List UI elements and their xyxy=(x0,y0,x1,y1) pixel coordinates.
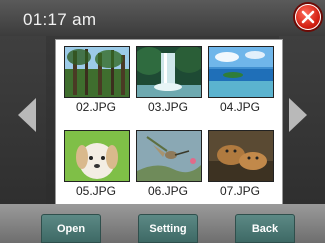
back-button[interactable]: Back xyxy=(235,214,295,243)
bottom-toolbar: Open Setting Back xyxy=(0,204,325,243)
thumbnail-06[interactable] xyxy=(136,130,202,182)
thumbnail-grid: 02.JPG 03.JPG 04.JPG 05.JPG 06.JPG 07.JP… xyxy=(55,39,283,206)
thumbnail-label: 06.JPG xyxy=(147,184,189,198)
thumbnail-03[interactable] xyxy=(136,46,202,98)
thumbnail-label: 04.JPG xyxy=(219,100,261,114)
thumbnail-label: 05.JPG xyxy=(75,184,117,198)
setting-button[interactable]: Setting xyxy=(138,214,198,243)
clock-time: 01:17 am xyxy=(23,10,97,29)
thumbnail-07[interactable] xyxy=(208,130,274,182)
photo-viewer-screen: 01:17 am 02.JPG 03.JPG 04.JPG 05.JPG 06.… xyxy=(0,0,325,243)
arrow-left-icon[interactable] xyxy=(18,98,36,132)
open-button[interactable]: Open xyxy=(41,214,101,243)
arrow-right-icon[interactable] xyxy=(289,98,307,132)
title-bar: 01:17 am xyxy=(0,0,325,36)
close-button[interactable] xyxy=(295,4,321,30)
thumbnail-02[interactable] xyxy=(64,46,130,98)
close-icon xyxy=(301,10,315,24)
thumbnail-label: 02.JPG xyxy=(75,100,117,114)
thumbnail-05[interactable] xyxy=(64,130,130,182)
thumbnail-04[interactable] xyxy=(208,46,274,98)
thumbnail-label: 03.JPG xyxy=(147,100,189,114)
thumbnail-label: 07.JPG xyxy=(219,184,261,198)
